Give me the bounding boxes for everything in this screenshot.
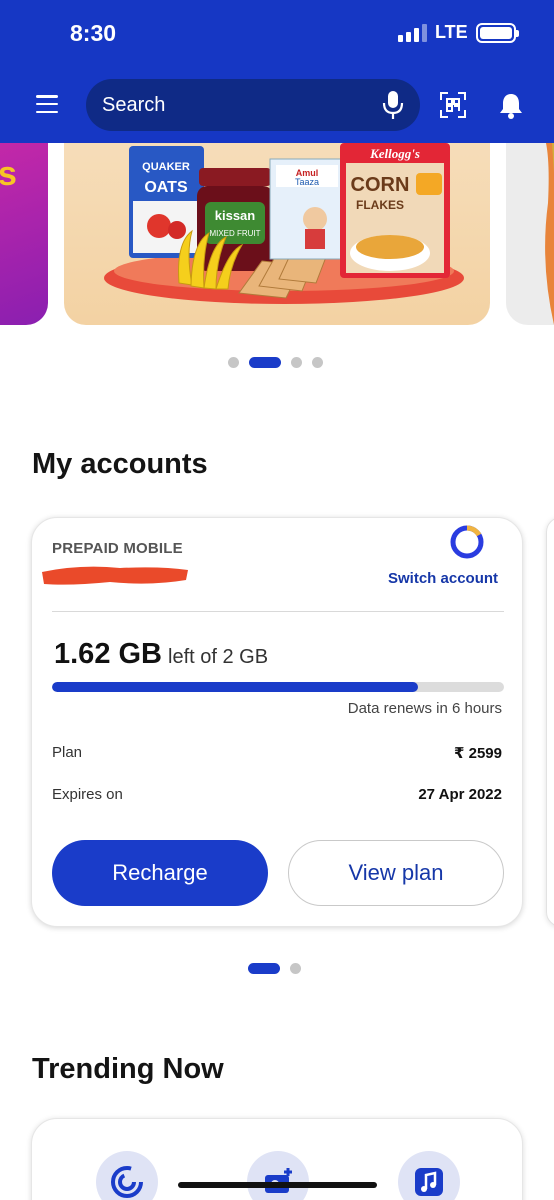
- expires-value: 27 Apr 2022: [418, 786, 502, 803]
- carousel-dot[interactable]: [228, 357, 239, 368]
- product-label: Taaza: [295, 177, 319, 187]
- microphone-icon[interactable]: [382, 90, 404, 120]
- product-label: FLAKES: [356, 198, 404, 212]
- product-label: OATS: [144, 179, 188, 196]
- data-usage-bar: [52, 682, 504, 692]
- trending-item[interactable]: [247, 1151, 309, 1200]
- plan-label: Plan: [52, 744, 83, 761]
- data-remaining: 1.62 GB: [54, 638, 162, 670]
- data-balance: 1.62 GB left of 2 GB: [54, 638, 268, 671]
- next-banner-art: [545, 143, 554, 325]
- my-accounts-heading: My accounts: [32, 448, 208, 480]
- product-label: MIXED FRUIT: [209, 229, 260, 238]
- recharge-button[interactable]: Recharge: [52, 840, 268, 906]
- trending-item[interactable]: [96, 1151, 158, 1200]
- trending-now-heading: Trending Now: [32, 1053, 224, 1085]
- view-plan-button[interactable]: View plan: [288, 840, 504, 906]
- carousel-dot[interactable]: [291, 357, 302, 368]
- product-label: QUAKER: [142, 161, 190, 173]
- home-indicator[interactable]: [178, 1182, 377, 1188]
- menu-icon[interactable]: [36, 95, 58, 113]
- accounts-carousel-indicator: [248, 963, 301, 974]
- product-label: kissan: [215, 208, 256, 223]
- carousel-dot-active[interactable]: [249, 357, 281, 368]
- data-usage-fill: [52, 682, 419, 692]
- redacted-phone-number: [42, 566, 188, 585]
- battery-icon: [475, 22, 519, 43]
- promo-banner-next[interactable]: [506, 143, 554, 325]
- data-total: left of 2 GB: [168, 646, 269, 668]
- carousel-dot[interactable]: [290, 963, 301, 974]
- promo-banner-previous[interactable]: s: [0, 143, 48, 325]
- next-account-card[interactable]: [546, 517, 554, 927]
- card-divider: [52, 611, 504, 612]
- promo-banner-grocery[interactable]: QUAKER OATS kissan MIXED FRUIT Amul Taaz…: [64, 143, 490, 325]
- plan-value: ₹ 2599: [454, 745, 502, 762]
- search-bar[interactable]: Search: [86, 79, 420, 131]
- carousel-dot[interactable]: [312, 357, 323, 368]
- qr-scan-icon[interactable]: [440, 92, 466, 118]
- product-label: Kellogg's: [369, 146, 420, 161]
- signal-icon: [398, 23, 427, 42]
- search-placeholder: Search: [102, 93, 166, 116]
- status-indicators: LTE: [398, 22, 519, 43]
- trending-item[interactable]: [398, 1151, 460, 1200]
- carousel-dot-active[interactable]: [248, 963, 280, 974]
- expires-label: Expires on: [52, 786, 123, 803]
- account-type-label: PREPAID MOBILE: [52, 540, 183, 557]
- network-type: LTE: [435, 22, 468, 42]
- promo-carousel-indicator: [228, 357, 323, 368]
- product-label: CORN: [351, 174, 410, 196]
- account-card: PREPAID MOBILE Switch account 1.62 GB le…: [31, 517, 523, 927]
- app-header: 8:30 LTE Search: [0, 0, 554, 143]
- switch-account-icon[interactable]: [449, 524, 485, 560]
- jio-saavn-swirl-icon: [111, 1166, 143, 1198]
- music-note-icon: [415, 1168, 443, 1196]
- data-renews-text: Data renews in 6 hours: [347, 700, 502, 717]
- status-time: 8:30: [70, 20, 117, 46]
- grocery-banner-art: QUAKER OATS kissan MIXED FRUIT Amul Taaz…: [104, 143, 464, 304]
- switch-account-link[interactable]: Switch account: [388, 570, 498, 587]
- notification-bell-icon[interactable]: [497, 91, 525, 119]
